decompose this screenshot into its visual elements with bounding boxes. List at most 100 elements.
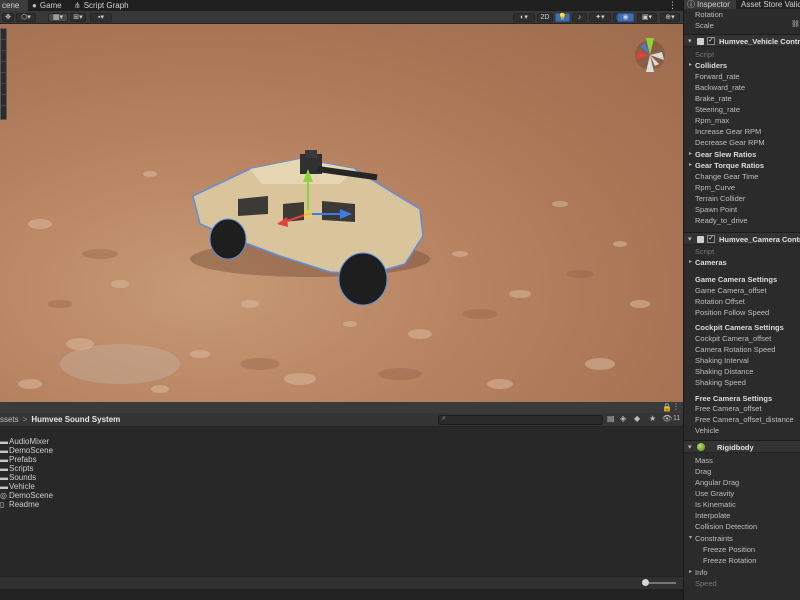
property-row[interactable]: Drag xyxy=(684,466,800,477)
property-row[interactable]: Game Camera_offset xyxy=(684,285,800,296)
property-row[interactable]: Decrease Gear RPM xyxy=(684,137,800,148)
overlay-tool-scale[interactable] xyxy=(1,62,6,73)
property-row[interactable]: Use Gravity xyxy=(684,488,800,499)
property-row[interactable]: Is Kinematic xyxy=(684,499,800,510)
gizmo-visibility-icon[interactable]: ◉ xyxy=(617,13,634,22)
constrain-proportions-icon[interactable]: ⛓ xyxy=(791,20,800,28)
scene-view[interactable] xyxy=(0,24,683,402)
property-row[interactable]: Shaking Speed xyxy=(684,377,800,388)
property-row[interactable]: Free Camera_offset xyxy=(684,403,800,414)
camera-controller-header[interactable]: ▾ ✓ Humvee_Camera Controll xyxy=(684,232,800,245)
property-row[interactable]: Mass xyxy=(684,455,800,466)
overlay-tool-custom[interactable] xyxy=(1,95,6,106)
hidden-packages-icon[interactable]: 👁 xyxy=(662,414,672,423)
breadcrumb-assets[interactable]: ssets xyxy=(0,415,19,424)
expand-icon[interactable]: ▸ xyxy=(689,149,692,160)
asset-item[interactable]: ▬Prefabs xyxy=(0,455,200,464)
collapse-icon[interactable]: ▾ xyxy=(689,533,692,544)
draw-mode-dropdown[interactable]: ◐▾ xyxy=(513,13,535,22)
gear-torque-ratios-row[interactable]: ▸ Gear Torque Ratios xyxy=(684,160,800,171)
search-filter-icon[interactable]: ▤ xyxy=(607,414,615,423)
toggle-2d-button[interactable]: 2D xyxy=(537,13,553,22)
tab-inspector[interactable]: ⓘ Inspector xyxy=(684,0,736,9)
audio-toggle-icon[interactable]: ♪ xyxy=(572,13,587,22)
property-row[interactable]: Camera Rotation Speed xyxy=(684,344,800,355)
component-enabled-checkbox[interactable]: ✓ xyxy=(707,37,715,45)
scene-overlay-toolbar[interactable] xyxy=(0,28,7,120)
asset-item[interactable]: ◎ DemoScene xyxy=(0,491,200,500)
property-row[interactable]: Freeze Position xyxy=(684,544,800,555)
asset-item[interactable]: ▬Scripts xyxy=(0,464,200,473)
constraints-row[interactable]: ▾ Constraints xyxy=(684,533,800,544)
humvee-vehicle[interactable] xyxy=(190,150,430,306)
tab-script-graph[interactable]: ⋔ Script Graph xyxy=(72,0,132,11)
camera-settings-dropdown[interactable]: ▣▾ xyxy=(637,13,657,22)
property-row[interactable]: Rpm_Curve xyxy=(684,182,800,193)
property-row[interactable]: Shaking Distance xyxy=(684,366,800,377)
gizmos-dropdown[interactable]: ⊕▾ xyxy=(660,13,680,22)
property-row[interactable]: Vehicle xyxy=(684,425,800,436)
property-row[interactable]: Change Gear Time xyxy=(684,171,800,182)
property-row[interactable]: Steering_rate xyxy=(684,104,800,115)
filter-type-icon[interactable]: ◈ xyxy=(620,414,626,423)
expand-icon[interactable]: ▸ xyxy=(689,160,692,171)
tool-increment-dropdown[interactable]: ▪▾ xyxy=(90,13,112,22)
property-row[interactable]: Angular Drag xyxy=(684,477,800,488)
tab-game[interactable]: ● Game xyxy=(30,0,70,11)
orientation-gizmo[interactable] xyxy=(635,38,665,72)
property-row[interactable]: Cockpit Camera_offset xyxy=(684,333,800,344)
property-row[interactable]: Shaking Interval xyxy=(684,355,800,366)
collapse-icon[interactable]: ▾ xyxy=(688,443,692,451)
project-search-input[interactable]: ⌕ xyxy=(438,415,603,425)
property-row[interactable]: Ready_to_drive xyxy=(684,215,800,226)
property-row[interactable]: Free Camera_offset_distance xyxy=(684,414,800,425)
tool-grid-dropdown[interactable]: ▦▾ xyxy=(48,13,68,22)
component-enabled-checkbox[interactable]: ✓ xyxy=(707,235,715,243)
expand-icon[interactable]: ▸ xyxy=(689,567,692,578)
property-row[interactable]: Rotation Offset xyxy=(684,296,800,307)
asset-item[interactable]: ▬DemoScene xyxy=(0,446,200,455)
property-row[interactable]: Freeze Rotation xyxy=(684,555,800,566)
tool-hand-button[interactable]: ✥ xyxy=(2,13,14,22)
tool-snap-dropdown[interactable]: ⊞▾ xyxy=(70,13,86,22)
vehicle-controller-header[interactable]: ▾ ✓ Humvee_Vehicle Controll xyxy=(684,34,800,47)
property-row[interactable]: Brake_rate xyxy=(684,93,800,104)
colliders-row[interactable]: ▸ Colliders xyxy=(684,60,800,71)
property-row[interactable]: Interpolate xyxy=(684,510,800,521)
tab-asset-store-validator[interactable]: Asset Store Validat xyxy=(741,0,800,9)
transform-rotation-row[interactable]: Rotation xyxy=(684,9,800,20)
collapse-icon[interactable]: ▾ xyxy=(688,235,692,243)
panel-menu-icon[interactable]: ⋮ xyxy=(672,402,680,411)
overlay-tool-rotate[interactable] xyxy=(1,51,6,62)
info-row[interactable]: ▸ Info xyxy=(684,567,800,578)
overlay-tool-transform[interactable] xyxy=(1,84,6,95)
expand-icon[interactable]: ▸ xyxy=(689,257,692,268)
property-row[interactable]: Position Follow Speed xyxy=(684,307,800,318)
overlay-tool-move[interactable] xyxy=(1,40,6,51)
property-row[interactable]: Forward_rate xyxy=(684,71,800,82)
filter-label-icon[interactable]: ◆ xyxy=(634,414,640,423)
lighting-toggle-icon[interactable]: 💡 xyxy=(555,13,570,22)
property-row[interactable]: Collision Detection xyxy=(684,521,800,532)
favorite-star-icon[interactable]: ★ xyxy=(649,414,656,423)
property-row[interactable]: Spawn Point xyxy=(684,204,800,215)
effects-dropdown[interactable]: ✦▾ xyxy=(589,13,611,22)
property-row[interactable]: Terrain Collider xyxy=(684,193,800,204)
tool-pivot-dropdown[interactable]: ⬡▾ xyxy=(16,13,36,22)
asset-item[interactable]: ▬Vehicle xyxy=(0,482,200,491)
property-row[interactable]: Backward_rate xyxy=(684,82,800,93)
asset-item[interactable]: ▯ Readme xyxy=(0,500,200,509)
asset-item[interactable]: ▬AudioMixer xyxy=(0,437,200,446)
property-row[interactable]: Increase Gear RPM xyxy=(684,126,800,137)
asset-item[interactable]: ▬Sounds xyxy=(0,473,200,482)
gear-slew-ratios-row[interactable]: ▸ Gear Slew Ratios xyxy=(684,149,800,160)
rigidbody-header[interactable]: ▾ Rigidbody xyxy=(684,440,800,453)
breadcrumb-humvee-sound-system[interactable]: Humvee Sound System xyxy=(31,415,120,424)
overlay-tool-view[interactable] xyxy=(1,29,6,40)
property-row[interactable]: Rpm_max xyxy=(684,115,800,126)
transform-scale-row[interactable]: Scale xyxy=(684,20,800,31)
tab-scene[interactable]: cene xyxy=(0,0,28,11)
overlay-tool-rect[interactable] xyxy=(1,73,6,84)
collapse-icon[interactable]: ▾ xyxy=(688,37,692,45)
expand-icon[interactable]: ▸ xyxy=(689,60,692,71)
